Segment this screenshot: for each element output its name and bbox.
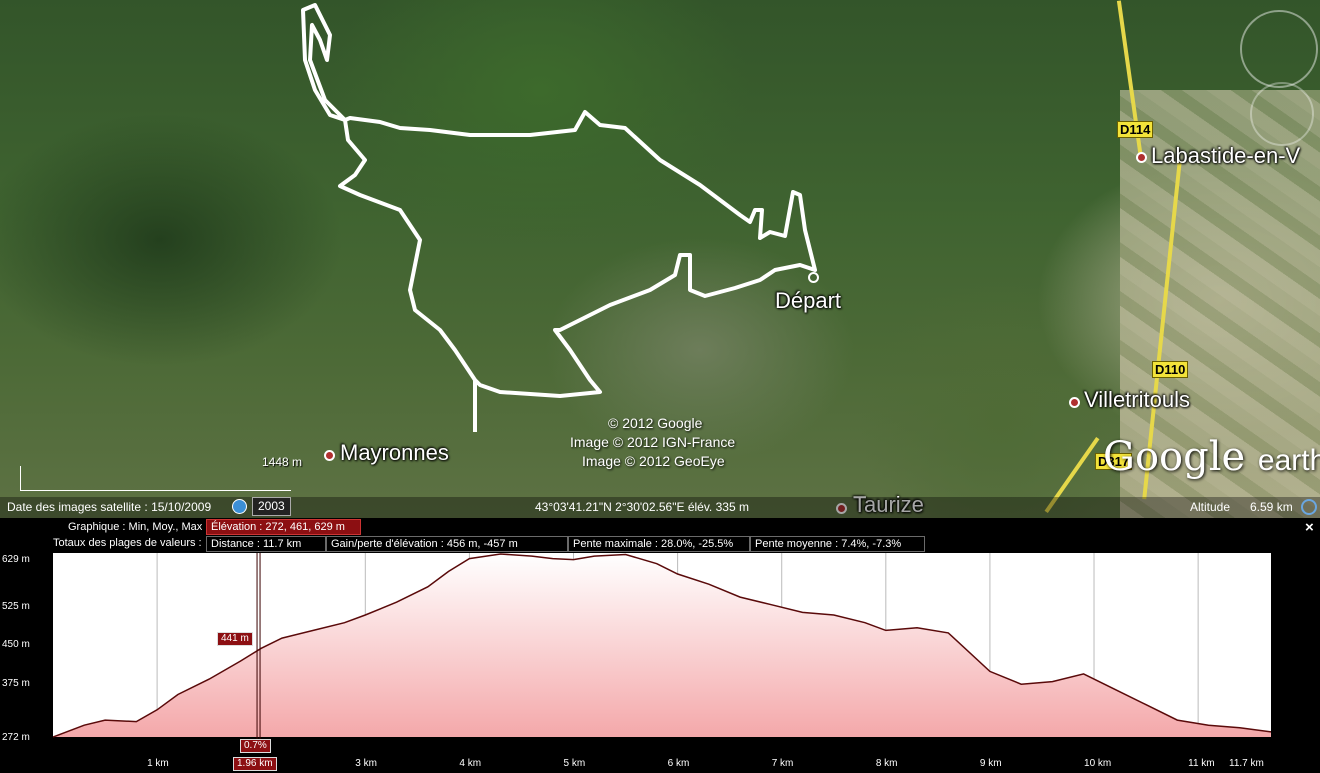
avg-slope-stat[interactable]: Pente moyenne : 7.4%, -7.3% [750, 536, 925, 552]
x-tick-label: 6 km [667, 758, 690, 769]
distance-stat[interactable]: Distance : 11.7 km [206, 536, 326, 552]
logo-main: Google [1103, 434, 1246, 480]
x-tick-label: 4 km [459, 758, 482, 769]
road-shield-d114: D114 [1117, 121, 1154, 138]
x-tick-label: 11 km [1188, 758, 1215, 769]
y-tick-label: 525 m [2, 601, 30, 612]
status-bar: Date des images satellite : 15/10/2009 4… [0, 497, 1320, 518]
start-marker-icon[interactable] [808, 272, 819, 283]
x-tick-label: 1 km [147, 758, 169, 769]
place-label-labastide[interactable]: Labastide-en-V [1151, 143, 1300, 169]
place-label-depart[interactable]: Départ [775, 288, 841, 314]
totals-label: Totaux des plages de valeurs : [53, 537, 202, 549]
credit-ign: Image © 2012 IGN-France [570, 434, 736, 450]
cursor-elevation-label: 441 m [217, 632, 253, 646]
graph-label: Graphique : Min, Moy., Max [68, 521, 203, 533]
scale-bar [20, 466, 291, 491]
place-dot-mayronnes[interactable] [324, 450, 335, 461]
road-shield-d110: D110 [1152, 361, 1189, 378]
altitude-value: 6.59 km [1250, 500, 1293, 514]
place-dot-villetritouls[interactable] [1069, 397, 1080, 408]
x-tick-label: 9 km [979, 758, 1002, 769]
gain-stat[interactable]: Gain/perte d'élévation : 456 m, -457 m [326, 536, 568, 552]
altitude-label: Altitude [1190, 500, 1231, 514]
place-dot-labastide[interactable] [1136, 152, 1147, 163]
streaming-indicator-icon [1301, 499, 1317, 515]
place-label-mayronnes[interactable]: Mayronnes [340, 440, 449, 466]
credit-google: © 2012 Google [608, 415, 703, 431]
imagery-credits: © 2012 Google Image © 2012 IGN-France Im… [570, 414, 735, 471]
credit-geoeye: Image © 2012 GeoEye [582, 453, 725, 469]
google-earth-logo: Google earth [1103, 434, 1320, 480]
logo-suffix: earth [1257, 444, 1320, 477]
place-label-villetritouls[interactable]: Villetritouls [1084, 387, 1190, 413]
elevation-chart[interactable] [53, 553, 1271, 753]
satellite-map-view[interactable]: Labastide-en-V Départ Villetritouls Mayr… [0, 0, 1320, 518]
x-tick-label: 10 km [1084, 758, 1112, 769]
compass-control-icon[interactable] [1240, 10, 1318, 88]
y-tick-label: 272 m [2, 732, 30, 743]
scale-label: 1448 m [262, 455, 302, 469]
y-tick-label: 375 m [2, 678, 30, 689]
x-tick-label: 11.7 km [1229, 758, 1264, 769]
elevation-stat[interactable]: Élévation : 272, 461, 629 m [206, 519, 361, 535]
look-control-icon[interactable] [1250, 82, 1314, 146]
x-tick-label: 5 km [563, 758, 586, 769]
cursor-slope-label: 0.7% [240, 739, 271, 753]
imagery-date: Date des images satellite : 15/10/2009 [7, 500, 212, 514]
coordinates-readout: 43°03'41.21"N 2°30'02.56"E élév. 335 m [535, 500, 749, 514]
cursor-distance-label: 1.96 km [233, 757, 277, 771]
scale-value: 1448 [262, 455, 289, 469]
y-tick-label: 450 m [2, 639, 30, 650]
max-slope-stat[interactable]: Pente maximale : 28.0%, -25.5% [568, 536, 750, 552]
x-tick-label: 8 km [875, 758, 898, 769]
imagery-year-box[interactable]: 2003 [252, 497, 291, 516]
x-tick-label: 3 km [355, 758, 377, 769]
scale-unit: m [292, 455, 303, 469]
x-tick-label: 7 km [771, 758, 794, 769]
y-tick-label: 629 m [2, 554, 30, 565]
close-profile-button[interactable]: × [1305, 519, 1314, 536]
historical-imagery-clock-icon[interactable] [232, 499, 247, 514]
